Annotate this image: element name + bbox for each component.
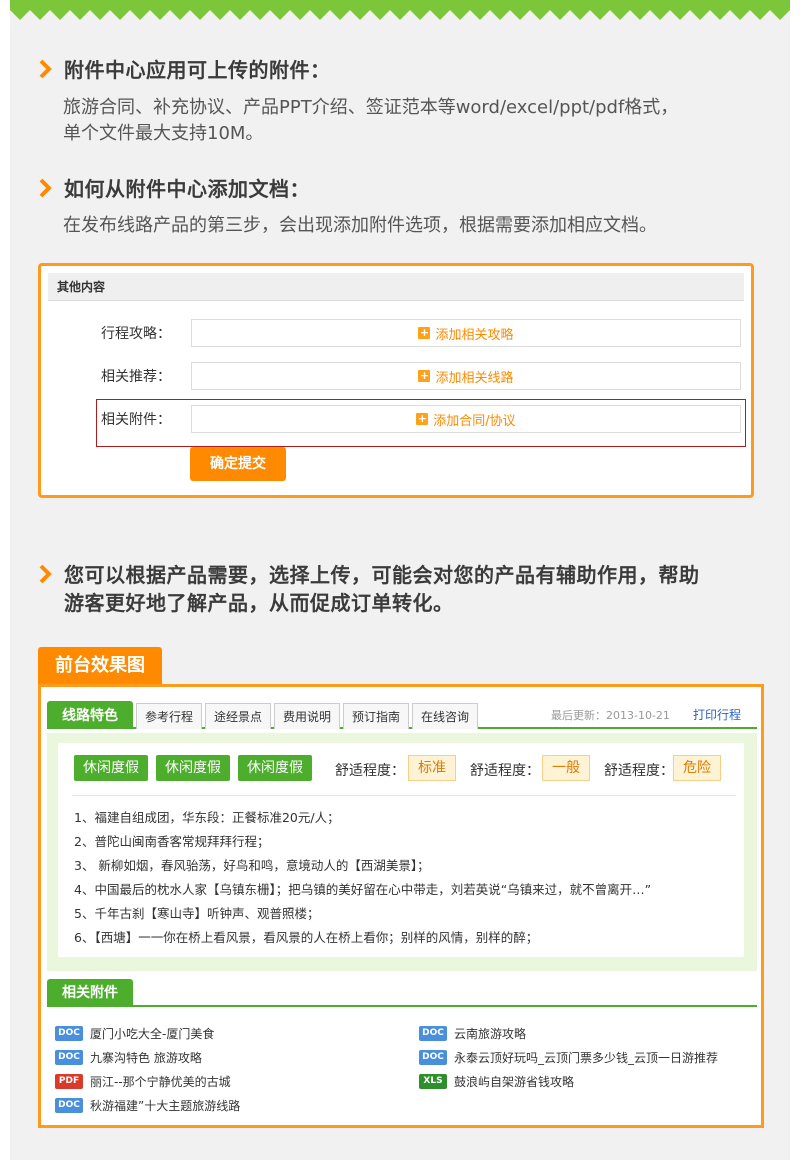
attachment-name: 厦门小吃大全-厦门美食 bbox=[90, 1027, 215, 1041]
attachment-name: 鼓浪屿自架游省钱攻略 bbox=[454, 1075, 575, 1089]
body-line: 在发布线路产品的第三步，会出现添加附件选项，根据需要添加相应文档。 bbox=[63, 215, 657, 236]
preview-tag: 前台效果图 bbox=[38, 647, 162, 685]
itinerary-line: 1、福建自组成团，华东段：正餐标准20元/人； bbox=[74, 810, 340, 825]
submit-button[interactable]: 确定提交 bbox=[190, 447, 286, 481]
zigzag-border bbox=[10, 0, 790, 20]
form-panel: 其他内容 行程攻略： + 添加相关攻略 相关推荐： + 添加相关线路 相关附件：… bbox=[38, 263, 754, 498]
chevron-right-icon bbox=[39, 59, 52, 79]
add-contract-button[interactable]: + 添加合同/协议 bbox=[191, 405, 741, 433]
print-itinerary-link[interactable]: 打印行程 bbox=[693, 706, 741, 723]
pdf-file-icon: PDF bbox=[55, 1074, 83, 1089]
features-area: 休闲度假 休闲度假 休闲度假 舒适程度： 标准 舒适程度： 一般 舒适程度： 危… bbox=[47, 733, 757, 971]
comfort-value: 危险 bbox=[673, 755, 721, 781]
tab-reference-itinerary[interactable]: 参考行程 bbox=[136, 703, 202, 729]
add-route-label: 添加相关线路 bbox=[435, 370, 514, 386]
section-1-heading: 附件中心应用可上传的附件： bbox=[38, 56, 331, 84]
tab-attractions[interactable]: 途经景点 bbox=[205, 703, 271, 729]
doc-file-icon: DOC bbox=[55, 1098, 83, 1113]
section-1-body: 旅游合同、补充协议、产品PPT介绍、签证范本等word/excel/ppt/pd… bbox=[63, 95, 678, 147]
add-contract-label: 添加合同/协议 bbox=[433, 413, 516, 429]
form-label: 相关推荐： bbox=[101, 369, 171, 385]
comfort-value: 一般 bbox=[542, 755, 590, 781]
comfort-label: 舒适程度： bbox=[470, 763, 540, 779]
itinerary-line: 4、中国最后的枕水人家【乌镇东栅】；把乌镇的美好留在心中带走，刘若英说“乌镇来过… bbox=[74, 882, 652, 897]
doc-file-icon: DOC bbox=[55, 1050, 83, 1065]
divider bbox=[72, 795, 736, 796]
attachment-item[interactable]: DOC 永泰云顶好玩吗_云顶门票多少钱_云顶一日游推荐 bbox=[419, 1049, 718, 1066]
plus-icon: + bbox=[418, 369, 431, 382]
add-guide-button[interactable]: + 添加相关攻略 bbox=[191, 319, 741, 347]
feature-tag: 休闲度假 bbox=[238, 755, 312, 781]
section-title: 如何从附件中心添加文档： bbox=[64, 177, 310, 201]
tab-route-features[interactable]: 线路特色 bbox=[47, 701, 133, 729]
attachment-name: 云南旅游攻略 bbox=[454, 1027, 527, 1041]
body-line: 旅游合同、补充协议、产品PPT介绍、签证范本等word/excel/ppt/pd… bbox=[63, 97, 679, 118]
chevron-right-icon bbox=[39, 178, 52, 198]
doc-file-icon: DOC bbox=[419, 1026, 447, 1041]
section-2-body: 在发布线路产品的第三步，会出现添加附件选项，根据需要添加相应文档。 bbox=[63, 213, 657, 239]
section-3-heading: 您可以根据产品需要，选择上传，可能会对您的产品有辅助作用，帮助 游客更好地了解产… bbox=[38, 561, 700, 617]
attachment-item[interactable]: XLS 鼓浪屿自架游省钱攻略 bbox=[419, 1073, 574, 1090]
add-route-button[interactable]: + 添加相关线路 bbox=[191, 362, 741, 390]
comfort-label: 舒适程度： bbox=[335, 763, 405, 779]
form-row-recommend: 相关推荐： + 添加相关线路 bbox=[101, 361, 741, 391]
itinerary-line: 3、 新柳如烟，春风骀荡，好鸟和鸣，意境动人的【西湖美景】； bbox=[74, 858, 430, 873]
form-row-guide: 行程攻略： + 添加相关攻略 bbox=[101, 318, 741, 348]
itinerary-line: 2、普陀山闽南香客常规拜拜行程； bbox=[74, 834, 270, 849]
tab-online-consult[interactable]: 在线咨询 bbox=[412, 703, 478, 729]
doc-file-icon: DOC bbox=[419, 1050, 447, 1065]
body-line: 单个文件最大支持10M。 bbox=[63, 123, 264, 144]
tab-booking-guide[interactable]: 预订指南 bbox=[343, 703, 409, 729]
title-line: 游客更好地了解产品，从而促成订单转化。 bbox=[64, 591, 454, 615]
attachment-item[interactable]: DOC 秋游福建”十大主题旅游线路 bbox=[55, 1097, 240, 1114]
attachment-name: 秋游福建”十大主题旅游线路 bbox=[90, 1099, 241, 1113]
form-label: 相关附件： bbox=[101, 412, 171, 428]
add-guide-label: 添加相关攻略 bbox=[435, 327, 514, 343]
tab-fees[interactable]: 费用说明 bbox=[274, 703, 340, 729]
attachments-header: 相关附件 bbox=[47, 979, 757, 1007]
plus-icon: + bbox=[418, 326, 431, 339]
section-title: 附件中心应用可上传的附件： bbox=[64, 58, 331, 82]
attachments-title: 相关附件 bbox=[47, 979, 133, 1007]
attachment-item[interactable]: DOC 厦门小吃大全-厦门美食 bbox=[55, 1025, 214, 1042]
doc-file-icon: DOC bbox=[55, 1026, 83, 1041]
section-2-heading: 如何从附件中心添加文档： bbox=[38, 175, 310, 203]
attachment-item[interactable]: PDF 丽江--那个宁静优美的古城 bbox=[55, 1073, 231, 1090]
feature-tag: 休闲度假 bbox=[74, 755, 148, 781]
attachment-name: 九寨沟特色 旅游攻略 bbox=[90, 1051, 202, 1065]
form-label: 行程攻略： bbox=[101, 326, 171, 342]
attachment-name: 丽江--那个宁静优美的古城 bbox=[90, 1075, 231, 1089]
last-updated: 最后更新：2013-10-21 bbox=[551, 709, 670, 722]
feature-tag: 休闲度假 bbox=[156, 755, 230, 781]
form-row-attachment: 相关附件： + 添加合同/协议 bbox=[101, 404, 741, 434]
attachment-item[interactable]: DOC 九寨沟特色 旅游攻略 bbox=[55, 1049, 202, 1066]
plus-icon: + bbox=[416, 412, 429, 425]
itinerary-line: 6、【西塘】一一你在桥上看风景，看风景的人在桥上看你；别样的风情，别样的醉； bbox=[74, 930, 539, 945]
form-header: 其他内容 bbox=[48, 273, 744, 301]
comfort-value: 标准 bbox=[408, 755, 456, 781]
itinerary-line: 5、千年古刹【寒山寺】听钟声、观普照楼； bbox=[74, 906, 320, 921]
preview-panel: 线路特色 参考行程 途经景点 费用说明 预订指南 在线咨询 最后更新：2013-… bbox=[38, 684, 764, 1128]
title-line: 您可以根据产品需要，选择上传，可能会对您的产品有辅助作用，帮助 bbox=[64, 563, 700, 587]
section-title: 您可以根据产品需要，选择上传，可能会对您的产品有辅助作用，帮助 游客更好地了解产… bbox=[64, 561, 700, 617]
attachment-name: 永泰云顶好玩吗_云顶门票多少钱_云顶一日游推荐 bbox=[454, 1051, 719, 1065]
comfort-label: 舒适程度： bbox=[604, 763, 674, 779]
features-card: 休闲度假 休闲度假 休闲度假 舒适程度： 标准 舒适程度： 一般 舒适程度： 危… bbox=[58, 743, 744, 957]
attachment-item[interactable]: DOC 云南旅游攻略 bbox=[419, 1025, 526, 1042]
chevron-right-icon bbox=[39, 564, 52, 584]
xls-file-icon: XLS bbox=[419, 1074, 447, 1089]
